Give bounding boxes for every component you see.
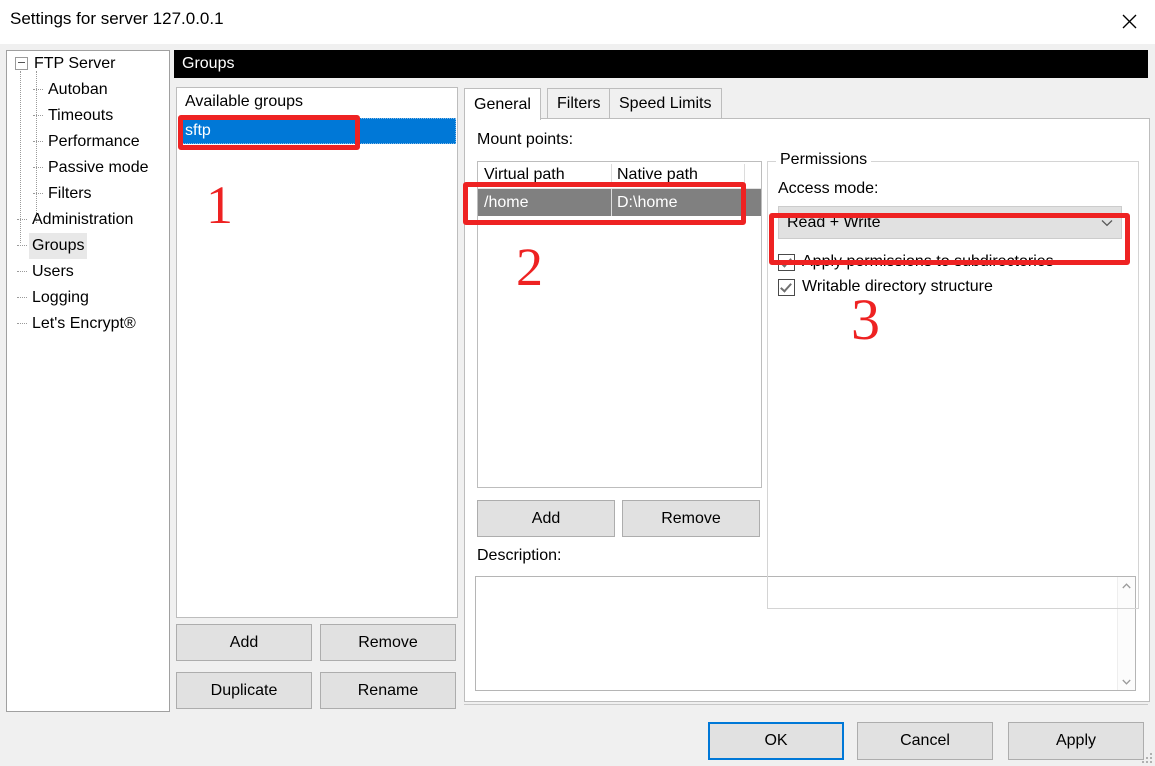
window-title: Settings for server 127.0.0.1 [10, 9, 224, 28]
close-icon [1122, 14, 1136, 28]
sidebar-item-label: Timeouts [48, 107, 114, 124]
mount-add-button[interactable]: Add [477, 500, 615, 537]
table-row[interactable]: /home D:\home [478, 189, 761, 216]
general-tab-panel: Mount points: Virtual path Native path /… [464, 118, 1150, 702]
sidebar-item-label: Administration [32, 211, 134, 228]
sidebar-item-autoban[interactable]: Autoban [7, 77, 169, 103]
access-mode-dropdown[interactable]: Read + Write [778, 206, 1122, 239]
mount-points-table[interactable]: Virtual path Native path /home D:\home [477, 161, 762, 488]
resize-grip[interactable] [1140, 751, 1152, 763]
group-name: sftp [185, 122, 211, 139]
sidebar-item-users[interactable]: Users [7, 259, 169, 285]
tree-branch-icon [33, 193, 43, 195]
cell-virtual-path: /home [484, 194, 529, 211]
tab-filters[interactable]: Filters [547, 88, 611, 119]
sidebar-item-label: Users [32, 263, 74, 280]
checkbox-label: Apply permissions to subdirectories [802, 253, 1054, 270]
column-header-virtual-path: Virtual path [484, 166, 565, 183]
cell-divider [611, 189, 612, 216]
sidebar-item-performance[interactable]: Performance [7, 129, 169, 155]
access-mode-value: Read + Write [787, 214, 881, 231]
sidebar-item-label: Autoban [48, 81, 108, 98]
checkbox-icon [778, 253, 795, 271]
column-header-native-path: Native path [617, 166, 698, 183]
checkbox-writable-directory-structure[interactable]: Writable directory structure [778, 275, 993, 299]
settings-tree[interactable]: FTP Server Autoban Timeouts Performance … [6, 50, 170, 712]
sidebar-item-label: Passive mode [48, 159, 149, 176]
sidebar-item-ftp-server[interactable]: FTP Server [7, 51, 169, 77]
mount-points-label: Mount points: [477, 131, 574, 148]
sidebar-item-label: Filters [48, 185, 92, 202]
access-mode-label: Access mode: [778, 180, 879, 197]
tree-branch-icon [17, 219, 27, 221]
sidebar-item-passive-mode[interactable]: Passive mode [7, 155, 169, 181]
tree-branch-icon [17, 297, 27, 299]
cancel-button[interactable]: Cancel [857, 722, 993, 760]
description-label: Description: [477, 547, 562, 564]
chevron-down-icon [1101, 207, 1113, 238]
group-remove-button[interactable]: Remove [320, 624, 456, 661]
tab-strip: General Filters Speed Limits [464, 88, 1148, 120]
sidebar-item-label: Performance [48, 133, 140, 150]
tree-branch-icon [33, 141, 43, 143]
sidebar-item-label: Logging [32, 289, 89, 306]
checkbox-apply-permissions-to-subdirectories[interactable]: Apply permissions to subdirectories [778, 250, 1054, 274]
list-item-group-sftp[interactable]: sftp [178, 118, 456, 144]
sidebar-item-groups[interactable]: Groups [7, 233, 169, 259]
sidebar-item-logging[interactable]: Logging [7, 285, 169, 311]
tree-branch-icon [17, 323, 27, 325]
tree-branch-icon [17, 271, 27, 273]
column-divider[interactable] [611, 164, 612, 186]
tree-branch-icon [33, 167, 43, 169]
groups-list[interactable]: sftp [178, 118, 456, 144]
close-button[interactable] [1103, 0, 1155, 42]
permissions-groupbox: Permissions Access mode: Read + Write Ap… [767, 151, 1139, 609]
tab-general[interactable]: General [464, 88, 541, 120]
title-bar: Settings for server 127.0.0.1 [0, 0, 1155, 44]
sidebar-item-label: Groups [29, 233, 88, 259]
available-groups-label: Available groups [185, 93, 304, 110]
group-duplicate-button[interactable]: Duplicate [176, 672, 312, 709]
sidebar-item-filters[interactable]: Filters [7, 181, 169, 207]
cell-native-path: D:\home [617, 194, 678, 211]
tree-branch-icon [33, 115, 43, 117]
section-header: Groups [174, 50, 1148, 78]
available-groups-panel: Available groups sftp [176, 87, 458, 618]
tree-branch-icon [33, 89, 43, 91]
section-header-title: Groups [182, 55, 235, 72]
sidebar-item-lets-encrypt[interactable]: Let's Encrypt® [7, 311, 169, 337]
tree-branch-icon [17, 245, 27, 247]
sidebar-item-label: FTP Server [34, 55, 116, 72]
mount-remove-button[interactable]: Remove [622, 500, 760, 537]
checkbox-icon [778, 278, 795, 296]
sidebar-item-administration[interactable]: Administration [7, 207, 169, 233]
scroll-down-button[interactable] [1118, 673, 1135, 690]
column-divider[interactable] [744, 164, 745, 186]
sidebar-item-label: Let's Encrypt® [32, 315, 136, 332]
ok-button[interactable]: OK [708, 722, 844, 760]
sidebar-item-timeouts[interactable]: Timeouts [7, 103, 169, 129]
apply-button[interactable]: Apply [1008, 722, 1144, 760]
checkbox-label: Writable directory structure [802, 278, 993, 295]
mount-points-header: Virtual path Native path [478, 162, 761, 189]
collapse-icon[interactable] [15, 57, 28, 71]
permissions-legend: Permissions [776, 151, 872, 169]
footer-divider [464, 704, 1148, 705]
chevron-down-icon [1122, 679, 1131, 685]
group-add-button[interactable]: Add [176, 624, 312, 661]
group-rename-button[interactable]: Rename [320, 672, 456, 709]
tab-speed-limits[interactable]: Speed Limits [609, 88, 722, 119]
